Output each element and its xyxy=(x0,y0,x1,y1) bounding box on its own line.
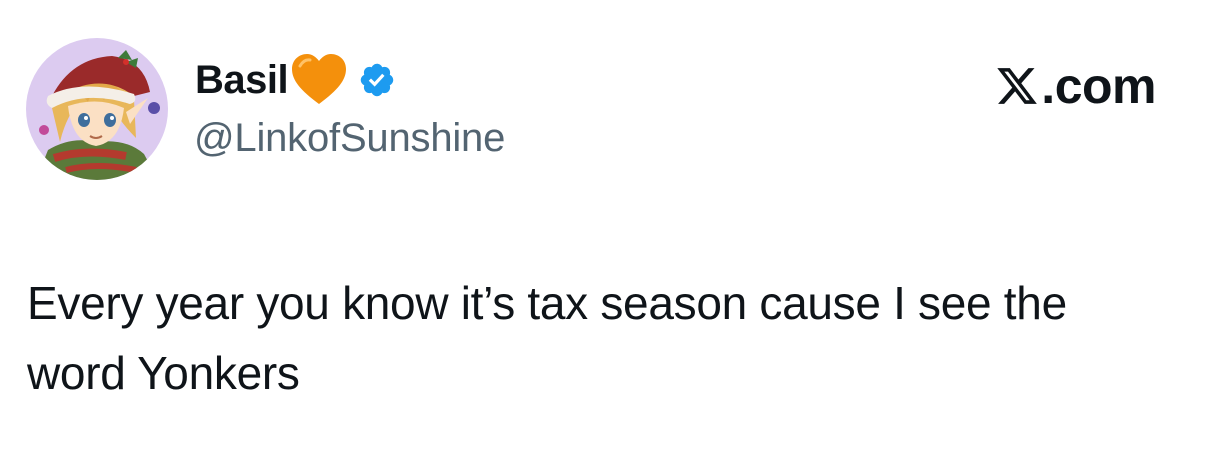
tweet-body-text: Every year you know it’s tax season caus… xyxy=(27,277,1067,399)
x-com-brand[interactable]: .com xyxy=(995,58,1156,114)
verified-badge-icon[interactable] xyxy=(358,61,396,99)
x-logo-icon xyxy=(995,64,1039,108)
tweet-card: Basil @LinkofSunshine .com Every year yo… xyxy=(0,0,1206,459)
author-avatar[interactable] xyxy=(26,38,168,180)
author-name-row: Basil xyxy=(195,50,396,110)
author-handle[interactable]: @LinkofSunshine xyxy=(194,118,505,158)
author-display-name[interactable]: Basil xyxy=(195,60,289,100)
brand-domain-label: .com xyxy=(1041,58,1156,114)
orange-heart-icon xyxy=(290,52,348,108)
avatar-image xyxy=(26,38,168,180)
